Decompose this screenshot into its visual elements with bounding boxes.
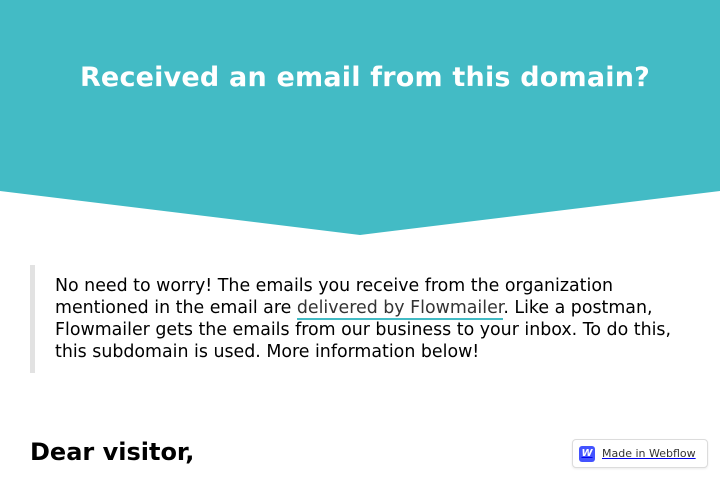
badge-label: Made in Webflow (602, 447, 696, 460)
page: Received an email from this domain? No n… (0, 0, 720, 480)
flowmailer-link[interactable]: delivered by Flowmailer (296, 298, 504, 320)
hero-background-shape (0, 0, 720, 235)
hero-banner: Received an email from this domain? (0, 0, 720, 235)
greeting-heading: Dear visitor, (30, 438, 195, 466)
made-in-webflow-badge[interactable]: W Made in Webflow (572, 439, 708, 468)
notice-text: No need to worry! The emails you receive… (55, 275, 705, 363)
hero-title: Received an email from this domain? (79, 62, 651, 93)
notice-blockquote: No need to worry! The emails you receive… (30, 265, 690, 373)
webflow-logo-icon: W (579, 445, 595, 462)
